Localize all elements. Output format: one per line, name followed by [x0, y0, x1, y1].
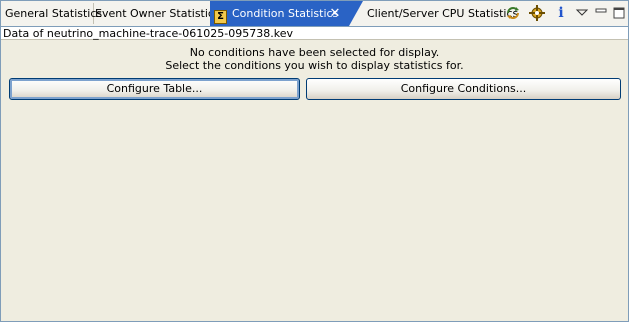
condition-statistics-view: General Statistics Event Owner Statistic…: [0, 0, 629, 322]
tab-condition-statistics[interactable]: Σ Condition Statistics ✕: [210, 1, 363, 26]
tab-label: Client/Server CPU Statistics: [367, 7, 519, 20]
close-icon[interactable]: ✕: [328, 1, 342, 26]
empty-message-line2: Select the conditions you wish to displa…: [165, 59, 464, 72]
tab-bar: General Statistics Event Owner Statistic…: [1, 1, 628, 27]
info-icon[interactable]: i: [552, 4, 570, 22]
configure-table-button[interactable]: Configure Table...: [9, 78, 300, 100]
maximize-icon[interactable]: [610, 4, 628, 22]
tab-event-owner-statistics[interactable]: Event Owner Statistics: [91, 3, 220, 24]
tab-client-server-cpu-statistics[interactable]: Client/Server CPU Statistics: [363, 3, 518, 24]
data-source-label: Data of neutrino_machine-trace-061025-09…: [1, 27, 628, 40]
minimize-icon[interactable]: [592, 4, 610, 22]
empty-message-line1: No conditions have been selected for dis…: [189, 46, 440, 59]
tab-general-statistics[interactable]: General Statistics: [1, 3, 102, 24]
tab-label: General Statistics: [5, 7, 103, 20]
sigma-icon: Σ: [214, 10, 227, 24]
settings-icon[interactable]: [528, 4, 546, 22]
refresh-icon[interactable]: [504, 4, 522, 22]
configure-conditions-button[interactable]: Configure Conditions...: [306, 78, 621, 100]
tab-label: Condition Statistics: [232, 7, 339, 20]
view-menu-icon[interactable]: [573, 4, 591, 22]
tab-label: Event Owner Statistics: [95, 7, 220, 20]
